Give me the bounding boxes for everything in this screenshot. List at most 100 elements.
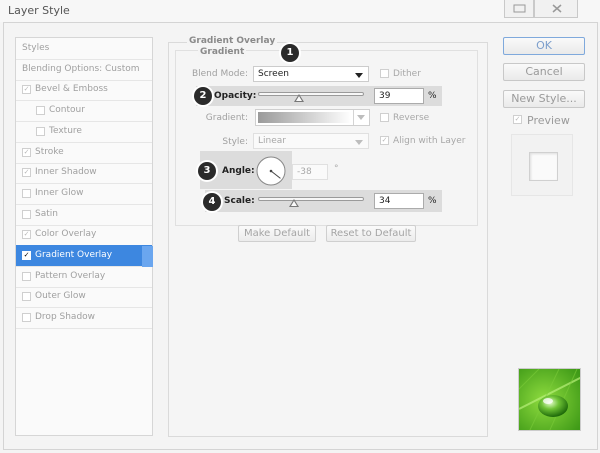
callout-3: 3 bbox=[198, 162, 216, 180]
scale-input[interactable]: 34 bbox=[374, 193, 424, 209]
opacity-label: Opacity: bbox=[214, 91, 257, 101]
reverse-label: Reverse bbox=[393, 113, 430, 123]
reverse-checkbox[interactable] bbox=[380, 113, 389, 122]
sidebar-item-label: Color Overlay bbox=[35, 229, 97, 240]
preview-swatch bbox=[529, 152, 558, 181]
opacity-slider-track[interactable] bbox=[258, 92, 364, 96]
gradient-swatch bbox=[258, 112, 351, 123]
scale-value: 34 bbox=[379, 196, 391, 206]
sidebar-item-contour[interactable]: Contour bbox=[16, 100, 152, 123]
preview-label: Preview bbox=[527, 114, 570, 127]
sidebar-checkbox[interactable]: ✓ bbox=[22, 147, 31, 157]
close-button[interactable] bbox=[534, 0, 578, 18]
sidebar-item-color-overlay[interactable]: ✓ Color Overlay bbox=[16, 224, 152, 247]
gradient-label: Gradient: bbox=[205, 113, 248, 123]
chevron-down-icon bbox=[357, 115, 365, 120]
sidebar-item-label: Blending Options: Custom bbox=[22, 63, 140, 74]
sidebar-item-pattern-overlay[interactable]: Pattern Overlay bbox=[16, 266, 152, 288]
opacity-unit: % bbox=[428, 91, 437, 101]
angle-unit: ° bbox=[334, 164, 339, 174]
sidebar-checkbox[interactable]: ✓ bbox=[22, 168, 31, 178]
sidebar-item-label: Styles bbox=[22, 43, 50, 53]
close-icon bbox=[552, 4, 562, 13]
sidebar-item-label: Bevel & Emboss bbox=[35, 84, 108, 95]
sidebar-item-blending-options-custom[interactable]: Blending Options: Custom bbox=[16, 59, 152, 81]
sidebar-item-label: Drop Shadow bbox=[35, 312, 96, 323]
sidebar-item-satin[interactable]: Satin bbox=[16, 204, 152, 226]
water-drop-leaf-image bbox=[519, 369, 580, 430]
sidebar-checkbox[interactable] bbox=[22, 209, 31, 219]
sidebar-item-label: Inner Shadow bbox=[35, 167, 97, 178]
align-label: Align with Layer bbox=[393, 136, 466, 146]
sidebar-item-bevel-emboss[interactable]: ✓ Bevel & Emboss bbox=[16, 79, 152, 102]
sidebar-item-outer-glow[interactable]: Outer Glow bbox=[16, 286, 152, 309]
sidebar-item-label: Satin bbox=[35, 208, 58, 219]
styles-sidebar: Styles Blending Options: Custom ✓ Bevel & E… bbox=[15, 37, 153, 436]
sidebar-item-gradient-overlay[interactable]: ✓ Gradient Overlay bbox=[16, 245, 152, 267]
scale-unit: % bbox=[428, 196, 437, 206]
chevron-down-icon bbox=[355, 73, 363, 78]
scale-label: Scale: bbox=[224, 196, 255, 206]
window-title: Layer Style bbox=[8, 4, 70, 17]
callout-2: 2 bbox=[194, 87, 212, 105]
sidebar-item-stroke[interactable]: ✓ Stroke bbox=[16, 142, 152, 164]
sidebar-checkbox[interactable] bbox=[36, 106, 45, 116]
angle-dial-icon bbox=[256, 156, 286, 186]
group-title: Gradient bbox=[198, 47, 247, 57]
blend-mode-value: Screen bbox=[258, 69, 289, 79]
align-checkbox[interactable]: ✓ bbox=[380, 136, 389, 145]
gradient-picker[interactable] bbox=[255, 109, 370, 126]
sidebar-item-label: Pattern Overlay bbox=[35, 270, 106, 281]
sidebar-checkbox[interactable]: ✓ bbox=[22, 85, 31, 95]
sidebar-item-label: Inner Glow bbox=[35, 187, 84, 198]
checkmark-icon: ✓ bbox=[381, 136, 388, 144]
style-preview bbox=[511, 134, 573, 196]
minimize-button[interactable] bbox=[504, 0, 534, 18]
sidebar-item-label: Gradient Overlay bbox=[35, 250, 113, 260]
style-select[interactable]: Linear bbox=[253, 133, 369, 149]
callout-1: 1 bbox=[281, 44, 299, 62]
opacity-slider-thumb[interactable] bbox=[294, 94, 305, 102]
scale-slider-track[interactable] bbox=[258, 197, 364, 201]
reset-default-button[interactable]: Reset to Default bbox=[326, 225, 416, 242]
sidebar-checkbox[interactable] bbox=[22, 188, 31, 198]
checkmark-icon: ✓ bbox=[514, 115, 521, 123]
sidebar-item-label: Outer Glow bbox=[35, 291, 86, 302]
chevron-down-icon bbox=[355, 140, 363, 145]
callout-4: 4 bbox=[203, 193, 221, 211]
sidebar-item-label: Stroke bbox=[35, 146, 64, 157]
preview-checkbox[interactable]: ✓ bbox=[513, 115, 522, 124]
angle-input[interactable]: -38 bbox=[292, 164, 328, 180]
style-label: Style: bbox=[222, 137, 248, 147]
sidebar-item-label: Contour bbox=[49, 105, 85, 116]
sidebar-item-drop-shadow[interactable]: Drop Shadow bbox=[16, 307, 152, 330]
sidebar-item-inner-glow[interactable]: Inner Glow bbox=[16, 183, 152, 205]
minimize-icon bbox=[513, 4, 526, 13]
blend-mode-select[interactable]: Screen bbox=[253, 66, 369, 82]
dither-label: Dither bbox=[393, 69, 421, 79]
sidebar-item-texture[interactable]: Texture bbox=[16, 121, 152, 143]
sidebar-selection-accent bbox=[142, 246, 153, 267]
sidebar-checkbox[interactable] bbox=[22, 292, 31, 302]
sidebar-item-inner-shadow[interactable]: ✓ Inner Shadow bbox=[16, 162, 152, 185]
cancel-button[interactable]: Cancel bbox=[503, 63, 585, 81]
angle-dial[interactable] bbox=[256, 156, 286, 186]
sidebar-checkbox[interactable] bbox=[22, 313, 31, 323]
blend-mode-label: Blend Mode: bbox=[191, 69, 248, 79]
scale-slider-thumb[interactable] bbox=[289, 199, 300, 207]
new-style-button[interactable]: New Style... bbox=[503, 90, 585, 108]
sidebar-checkbox[interactable] bbox=[36, 126, 45, 136]
angle-label: Angle: bbox=[222, 166, 255, 176]
make-default-button[interactable]: Make Default bbox=[238, 225, 316, 242]
sidebar-item-styles[interactable]: Styles bbox=[16, 38, 152, 60]
sidebar-checkbox[interactable] bbox=[22, 271, 31, 281]
sidebar-checkbox[interactable]: ✓ bbox=[22, 251, 31, 260]
opacity-value: 39 bbox=[379, 91, 391, 101]
sidebar-checkbox[interactable]: ✓ bbox=[22, 230, 31, 240]
ok-button[interactable]: OK bbox=[503, 37, 585, 55]
angle-value: -38 bbox=[297, 167, 312, 177]
sidebar-item-label: Texture bbox=[49, 125, 82, 136]
style-value: Linear bbox=[258, 136, 286, 146]
opacity-input[interactable]: 39 bbox=[374, 88, 424, 104]
dither-checkbox[interactable] bbox=[380, 69, 389, 78]
